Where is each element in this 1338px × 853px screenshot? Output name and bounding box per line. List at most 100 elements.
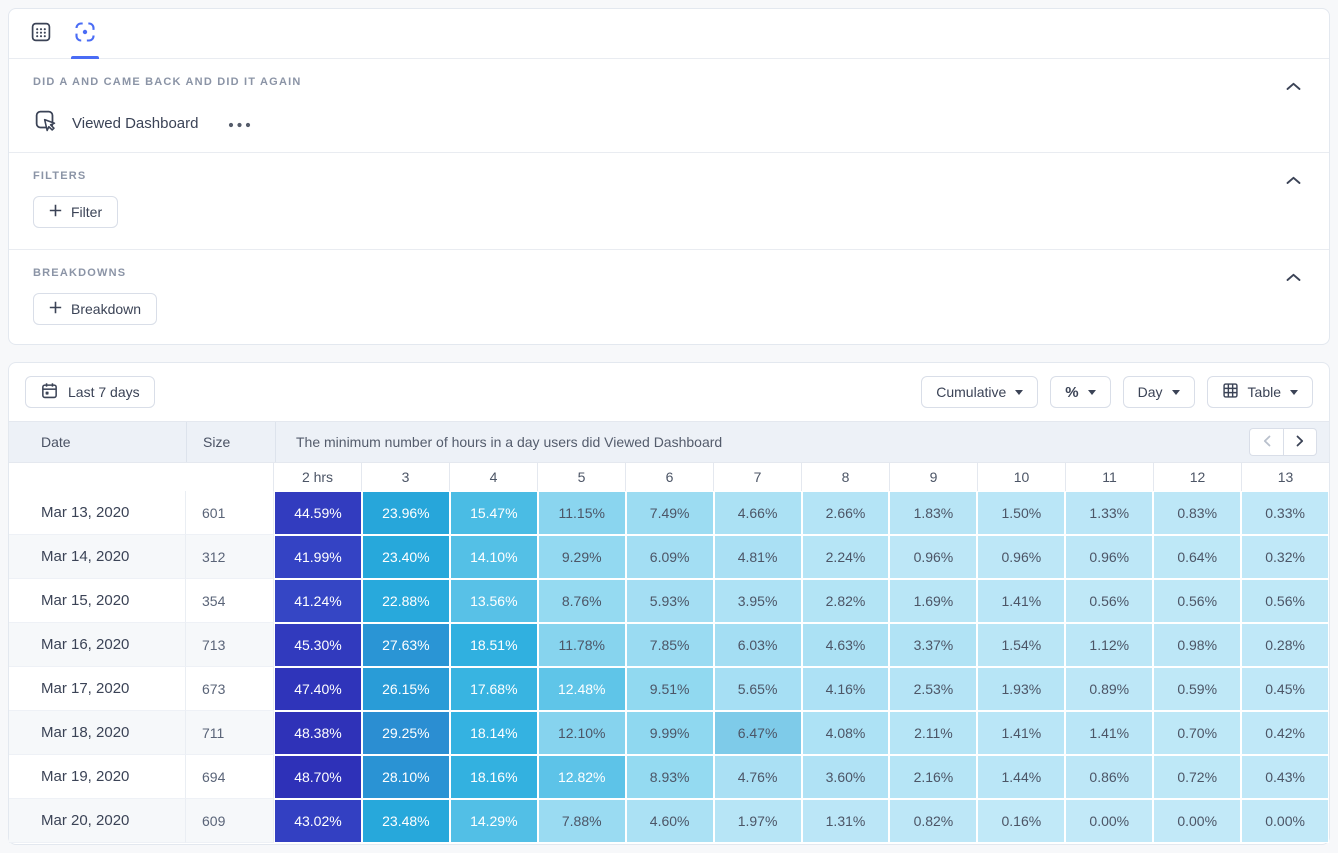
heatmap-cell[interactable]: 8.76% [538,579,626,623]
heatmap-cell[interactable]: 48.70% [274,755,362,799]
heatmap-cell[interactable]: 0.70% [1153,711,1241,755]
pager-prev-button[interactable] [1249,428,1283,456]
heatmap-cell[interactable]: 23.40% [362,535,450,579]
heatmap-cell[interactable]: 1.41% [977,579,1065,623]
heatmap-cell[interactable]: 1.54% [977,623,1065,667]
heatmap-cell[interactable]: 12.10% [538,711,626,755]
heatmap-cell[interactable]: 2.53% [889,667,977,711]
heatmap-cell[interactable]: 15.47% [450,491,538,535]
heatmap-cell[interactable]: 0.56% [1153,579,1241,623]
heatmap-cell[interactable]: 1.44% [977,755,1065,799]
heatmap-cell[interactable]: 4.66% [714,491,802,535]
heatmap-cell[interactable]: 6.47% [714,711,802,755]
heatmap-cell[interactable]: 0.82% [889,799,977,843]
heatmap-cell[interactable]: 0.64% [1153,535,1241,579]
heatmap-cell[interactable]: 7.85% [626,623,714,667]
event-more-button[interactable] [224,112,255,135]
heatmap-cell[interactable]: 4.08% [802,711,890,755]
heatmap-cell[interactable]: 17.68% [450,667,538,711]
heatmap-cell[interactable]: 3.37% [889,623,977,667]
heatmap-cell[interactable]: 23.96% [362,491,450,535]
heatmap-cell[interactable]: 2.66% [802,491,890,535]
heatmap-cell[interactable]: 0.56% [1241,579,1329,623]
value-format-dropdown[interactable]: % [1050,376,1110,408]
heatmap-cell[interactable]: 0.00% [1153,799,1241,843]
heatmap-cell[interactable]: 22.88% [362,579,450,623]
heatmap-cell[interactable]: 12.48% [538,667,626,711]
heatmap-cell[interactable]: 0.00% [1065,799,1153,843]
heatmap-cell[interactable]: 26.15% [362,667,450,711]
heatmap-cell[interactable]: 0.28% [1241,623,1329,667]
heatmap-cell[interactable]: 0.56% [1065,579,1153,623]
heatmap-cell[interactable]: 4.60% [626,799,714,843]
heatmap-cell[interactable]: 0.89% [1065,667,1153,711]
date-range-button[interactable]: Last 7 days [25,376,155,408]
heatmap-cell[interactable]: 5.65% [714,667,802,711]
heatmap-cell[interactable]: 28.10% [362,755,450,799]
heatmap-cell[interactable]: 47.40% [274,667,362,711]
heatmap-cell[interactable]: 4.16% [802,667,890,711]
heatmap-cell[interactable]: 4.76% [714,755,802,799]
heatmap-cell[interactable]: 41.99% [274,535,362,579]
heatmap-cell[interactable]: 3.95% [714,579,802,623]
heatmap-cell[interactable]: 48.38% [274,711,362,755]
heatmap-cell[interactable]: 14.10% [450,535,538,579]
heatmap-cell[interactable]: 1.33% [1065,491,1153,535]
heatmap-cell[interactable]: 4.81% [714,535,802,579]
heatmap-cell[interactable]: 1.97% [714,799,802,843]
tab-board[interactable] [25,9,57,58]
interval-dropdown[interactable]: Day [1123,376,1195,408]
heatmap-cell[interactable]: 0.32% [1241,535,1329,579]
heatmap-cell[interactable]: 0.42% [1241,711,1329,755]
heatmap-cell[interactable]: 29.25% [362,711,450,755]
heatmap-cell[interactable]: 18.51% [450,623,538,667]
step-collapse-button[interactable] [1280,73,1307,100]
heatmap-cell[interactable]: 2.24% [802,535,890,579]
heatmap-cell[interactable]: 6.03% [714,623,802,667]
heatmap-cell[interactable]: 6.09% [626,535,714,579]
heatmap-cell[interactable]: 0.83% [1153,491,1241,535]
heatmap-cell[interactable]: 41.24% [274,579,362,623]
pager-next-button[interactable] [1283,428,1317,456]
heatmap-cell[interactable]: 0.96% [889,535,977,579]
heatmap-cell[interactable]: 0.43% [1241,755,1329,799]
heatmap-cell[interactable]: 0.16% [977,799,1065,843]
event-row[interactable]: Viewed Dashboard [33,110,1305,136]
breakdowns-collapse-button[interactable] [1280,264,1307,291]
heatmap-cell[interactable]: 0.96% [1065,535,1153,579]
heatmap-cell[interactable]: 1.41% [1065,711,1153,755]
heatmap-cell[interactable]: 2.82% [802,579,890,623]
heatmap-cell[interactable]: 2.16% [889,755,977,799]
heatmap-cell[interactable]: 3.60% [802,755,890,799]
heatmap-cell[interactable]: 1.41% [977,711,1065,755]
heatmap-cell[interactable]: 9.29% [538,535,626,579]
heatmap-cell[interactable]: 7.88% [538,799,626,843]
heatmap-cell[interactable]: 0.72% [1153,755,1241,799]
heatmap-cell[interactable]: 8.93% [626,755,714,799]
heatmap-cell[interactable]: 12.82% [538,755,626,799]
view-type-dropdown[interactable]: Table [1207,376,1313,408]
heatmap-cell[interactable]: 23.48% [362,799,450,843]
heatmap-cell[interactable]: 0.96% [977,535,1065,579]
heatmap-cell[interactable]: 0.86% [1065,755,1153,799]
heatmap-cell[interactable]: 44.59% [274,491,362,535]
heatmap-cell[interactable]: 13.56% [450,579,538,623]
heatmap-cell[interactable]: 1.69% [889,579,977,623]
heatmap-cell[interactable]: 0.45% [1241,667,1329,711]
tab-focus[interactable] [69,9,101,58]
heatmap-cell[interactable]: 11.78% [538,623,626,667]
heatmap-cell[interactable]: 14.29% [450,799,538,843]
heatmap-cell[interactable]: 7.49% [626,491,714,535]
heatmap-cell[interactable]: 1.83% [889,491,977,535]
heatmap-cell[interactable]: 27.63% [362,623,450,667]
heatmap-cell[interactable]: 9.99% [626,711,714,755]
heatmap-cell[interactable]: 18.14% [450,711,538,755]
heatmap-cell[interactable]: 0.59% [1153,667,1241,711]
heatmap-cell[interactable]: 43.02% [274,799,362,843]
heatmap-cell[interactable]: 5.93% [626,579,714,623]
heatmap-cell[interactable]: 1.50% [977,491,1065,535]
heatmap-cell[interactable]: 18.16% [450,755,538,799]
heatmap-cell[interactable]: 0.33% [1241,491,1329,535]
heatmap-cell[interactable]: 9.51% [626,667,714,711]
chart-mode-dropdown[interactable]: Cumulative [921,376,1038,408]
